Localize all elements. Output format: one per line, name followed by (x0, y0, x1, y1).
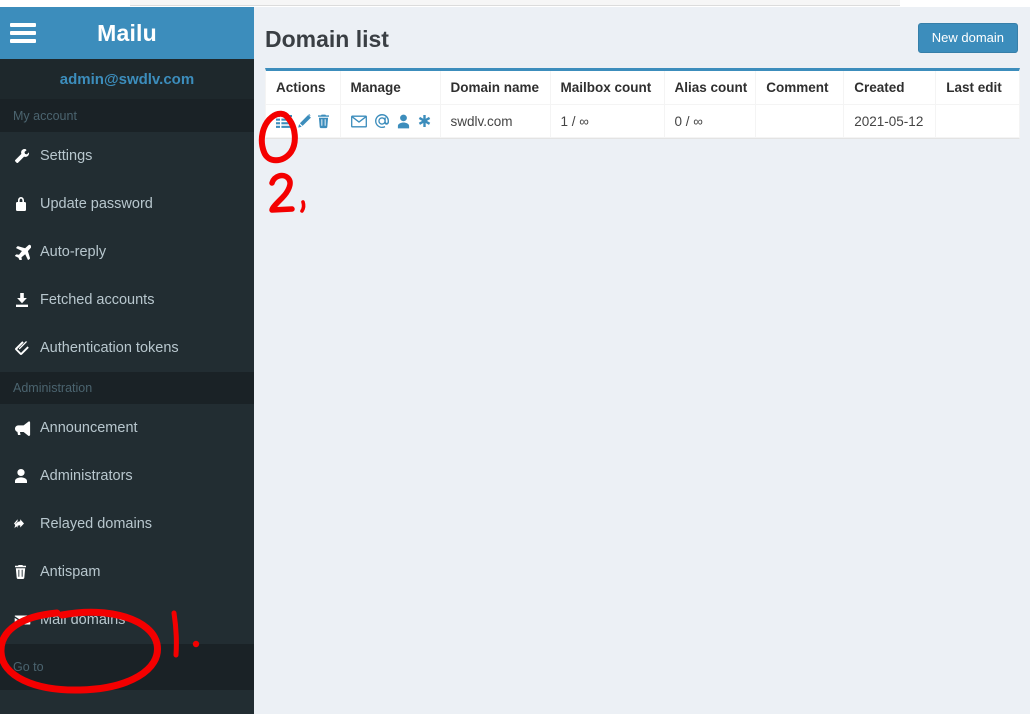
pencil-icon[interactable] (297, 113, 312, 129)
sidebar-item-auto-reply[interactable]: Auto-reply (0, 228, 254, 276)
sidebar-item-fetched-accounts[interactable]: Fetched accounts (0, 276, 254, 324)
sidebar-item-settings[interactable]: Settings (0, 132, 254, 180)
column-header-created[interactable]: Created (843, 71, 937, 105)
sidebar-item-label: Administrators (40, 468, 133, 484)
row-manage-icons (350, 113, 432, 129)
column-header-comment[interactable]: Comment (755, 71, 845, 105)
user-email-label: admin@swdlv.com (59, 70, 195, 88)
column-header-actions[interactable]: Actions (266, 71, 341, 105)
sidebar-item-label: Mail domains (40, 612, 126, 628)
sidebar-item-label: Relayed domains (40, 516, 153, 532)
column-header-domain-name[interactable]: Domain name (440, 71, 551, 105)
sidebar-item-label: Antispam (40, 564, 101, 580)
sidebar-item-label: Announcement (40, 420, 138, 436)
user-icon[interactable] (397, 114, 410, 129)
cell-last-edit (935, 104, 1019, 138)
plane-icon (14, 244, 40, 260)
envelope-icon (14, 612, 40, 628)
page-title: Domain list (265, 26, 389, 52)
cell-domain-name: swdlv.com (440, 104, 551, 138)
domain-list-table: Actions Manage Domain name Mailbox count… (266, 71, 1019, 138)
cell-actions (266, 104, 341, 138)
at-icon[interactable] (374, 113, 390, 129)
cell-manage (340, 104, 441, 138)
sidebar-item-authentication-tokens[interactable]: Authentication tokens (0, 324, 254, 372)
window-top-strip-inner (130, 0, 900, 6)
sidebar-item-label: Settings (40, 148, 93, 164)
sidebar-item-administrators[interactable]: Administrators (0, 452, 254, 500)
sidebar-item-label: Fetched accounts (40, 292, 155, 308)
cell-comment (755, 104, 845, 138)
column-header-alias-count[interactable]: Alias count (664, 71, 757, 105)
hamburger-bar (10, 31, 36, 35)
trash-icon[interactable] (317, 114, 330, 129)
brand-title[interactable]: Mailu (0, 20, 254, 47)
sidebar-logo-bar: Mailu (0, 7, 254, 59)
lock-icon (14, 196, 40, 212)
hamburger-bar (10, 23, 36, 27)
sidebar-item-announcement[interactable]: Announcement (0, 404, 254, 452)
trash-icon (14, 564, 40, 580)
cell-created: 2021-05-12 (843, 104, 937, 138)
user-icon (14, 468, 40, 484)
sidebar-item-label: Auto-reply (40, 244, 107, 260)
envelope-icon[interactable] (350, 115, 367, 128)
row-action-icons (276, 113, 332, 129)
sidebar-item-relayed-domains[interactable]: Relayed domains (0, 500, 254, 548)
column-header-mailbox-count[interactable]: Mailbox count (550, 71, 665, 105)
window-top-strip (0, 0, 1030, 7)
sidebar-section-header-go-to: Go to (0, 644, 254, 690)
sidebar-section-header-my-account: My account (0, 100, 254, 132)
sidebar-nav-my-account: Settings Update password Auto-reply Fetc… (0, 132, 254, 372)
table-header-row: Actions Manage Domain name Mailbox count… (266, 71, 1019, 105)
menu-toggle-icon[interactable] (10, 23, 36, 43)
sidebar-nav-administration: Announcement Administrators Relayed doma… (0, 404, 254, 644)
content-header: Domain list New domain (254, 7, 1030, 68)
sidebar-item-mail-domains[interactable]: Mail domains (0, 596, 254, 644)
cell-alias-count: 0 / ∞ (664, 104, 757, 138)
table-body: swdlv.com 1 / ∞ 0 / ∞ 2021-05-12 (266, 104, 1019, 138)
sidebar-item-label: Authentication tokens (40, 340, 179, 356)
cell-mailbox-count: 1 / ∞ (550, 104, 665, 138)
content-area: Domain list New domain Actions Manage Do… (254, 7, 1030, 714)
download-icon (14, 292, 40, 308)
sidebar-item-label: Update password (40, 196, 153, 212)
new-domain-button[interactable]: New domain (917, 22, 1018, 53)
sidebar: Mailu admin@swdlv.com My account Setting… (0, 7, 254, 714)
user-panel[interactable]: admin@swdlv.com (0, 59, 254, 100)
tags-icon (14, 340, 40, 356)
wrench-icon (14, 148, 40, 164)
bullhorn-icon (14, 420, 40, 436)
domain-list-box: Actions Manage Domain name Mailbox count… (265, 68, 1020, 139)
list-icon[interactable] (276, 114, 292, 129)
table-row: swdlv.com 1 / ∞ 0 / ∞ 2021-05-12 (266, 104, 1019, 138)
asterisk-icon[interactable] (417, 114, 432, 129)
sidebar-item-update-password[interactable]: Update password (0, 180, 254, 228)
sidebar-item-antispam[interactable]: Antispam (0, 548, 254, 596)
column-header-manage[interactable]: Manage (340, 71, 441, 105)
sidebar-section-header-administration: Administration (0, 372, 254, 404)
table-head: Actions Manage Domain name Mailbox count… (266, 71, 1019, 105)
hamburger-bar (10, 39, 36, 43)
reply-all-icon (14, 516, 40, 532)
column-header-last-edit[interactable]: Last edit (935, 71, 1019, 105)
mailu-admin-page: Mailu admin@swdlv.com My account Setting… (0, 0, 1030, 714)
